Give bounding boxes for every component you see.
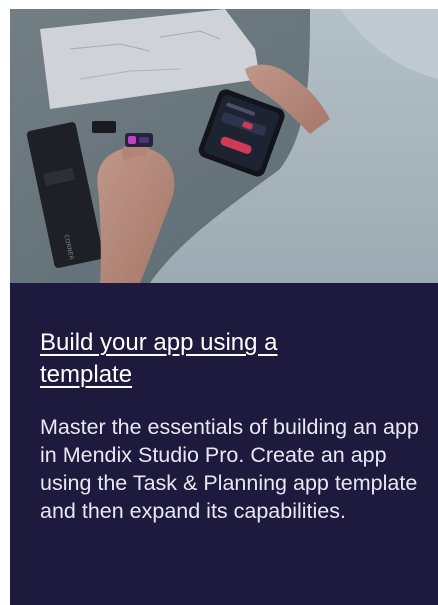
workbench-photo: CORNER <box>10 9 438 283</box>
card-body: Build your app using a template Master t… <box>10 283 438 605</box>
card-title-link[interactable]: Build your app using a template <box>40 327 340 391</box>
card-hero-image: CORNER <box>10 9 438 283</box>
card-description: Master the essentials of building an app… <box>40 415 419 523</box>
template-card[interactable]: CORNER Build your app using a template M… <box>10 9 438 605</box>
